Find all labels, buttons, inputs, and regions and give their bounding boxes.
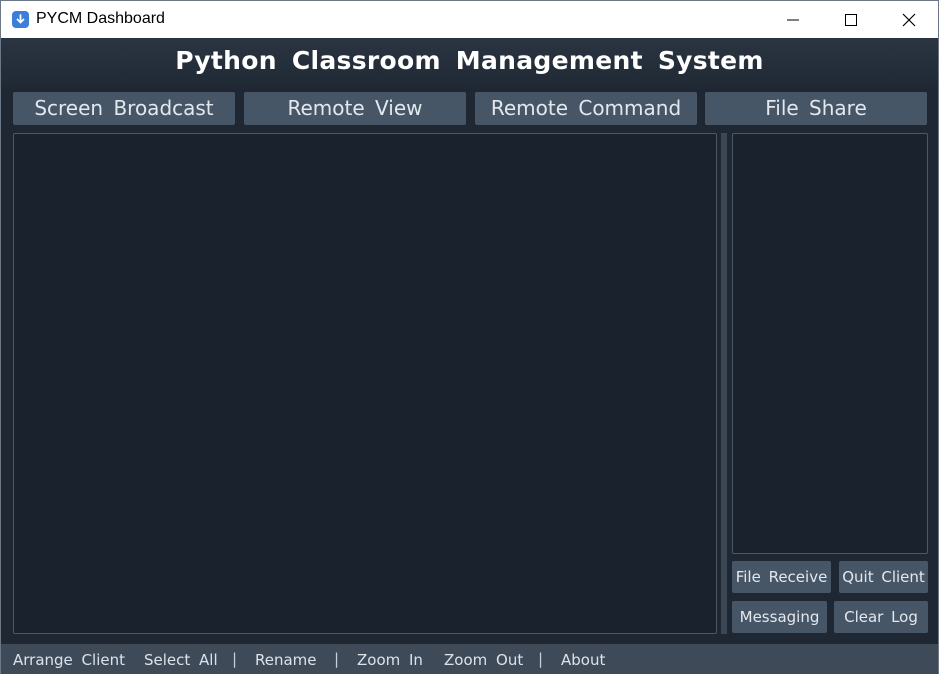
title-bar[interactable]: PYCM Dashboard	[1, 1, 938, 38]
file-share-button[interactable]: File Share	[705, 92, 927, 125]
app-download-icon	[12, 11, 29, 28]
screen-broadcast-button[interactable]: Screen Broadcast	[13, 92, 235, 125]
maximize-icon	[845, 14, 857, 26]
arrange-client-menu[interactable]: Arrange Client	[13, 651, 125, 669]
menu-separator: |	[232, 650, 238, 668]
maximize-button[interactable]	[822, 1, 880, 38]
bottom-menu-bar: Arrange Client Select All | Rename | Zoo…	[1, 644, 938, 674]
quit-client-button[interactable]: Quit Client	[839, 561, 928, 593]
minimize-icon	[787, 19, 799, 21]
page-title: Python Classroom Management System	[175, 46, 764, 75]
window-title: PYCM Dashboard	[36, 10, 165, 27]
zoom-in-menu[interactable]: Zoom In	[357, 651, 423, 669]
menu-separator: |	[334, 650, 340, 668]
rename-menu[interactable]: Rename	[255, 651, 317, 669]
app-window: PYCM Dashboard Python Classroom Manageme…	[0, 0, 939, 674]
about-menu[interactable]: About	[561, 651, 605, 669]
select-all-menu[interactable]: Select All	[144, 651, 218, 669]
log-panel[interactable]	[732, 133, 928, 554]
client-view-panel[interactable]	[13, 133, 717, 634]
remote-command-button[interactable]: Remote Command	[475, 92, 697, 125]
file-receive-button[interactable]: File Receive	[732, 561, 831, 593]
header-bar: Python Classroom Management System	[1, 38, 938, 86]
menu-separator: |	[538, 650, 544, 668]
remote-view-button[interactable]: Remote View	[244, 92, 466, 125]
panel-splitter-handle[interactable]	[721, 133, 727, 634]
close-button[interactable]	[880, 1, 938, 38]
minimize-button[interactable]	[764, 1, 822, 38]
clear-log-button[interactable]: Clear Log	[834, 601, 928, 633]
messaging-button[interactable]: Messaging	[732, 601, 827, 633]
zoom-out-menu[interactable]: Zoom Out	[444, 651, 523, 669]
close-icon	[902, 13, 916, 27]
